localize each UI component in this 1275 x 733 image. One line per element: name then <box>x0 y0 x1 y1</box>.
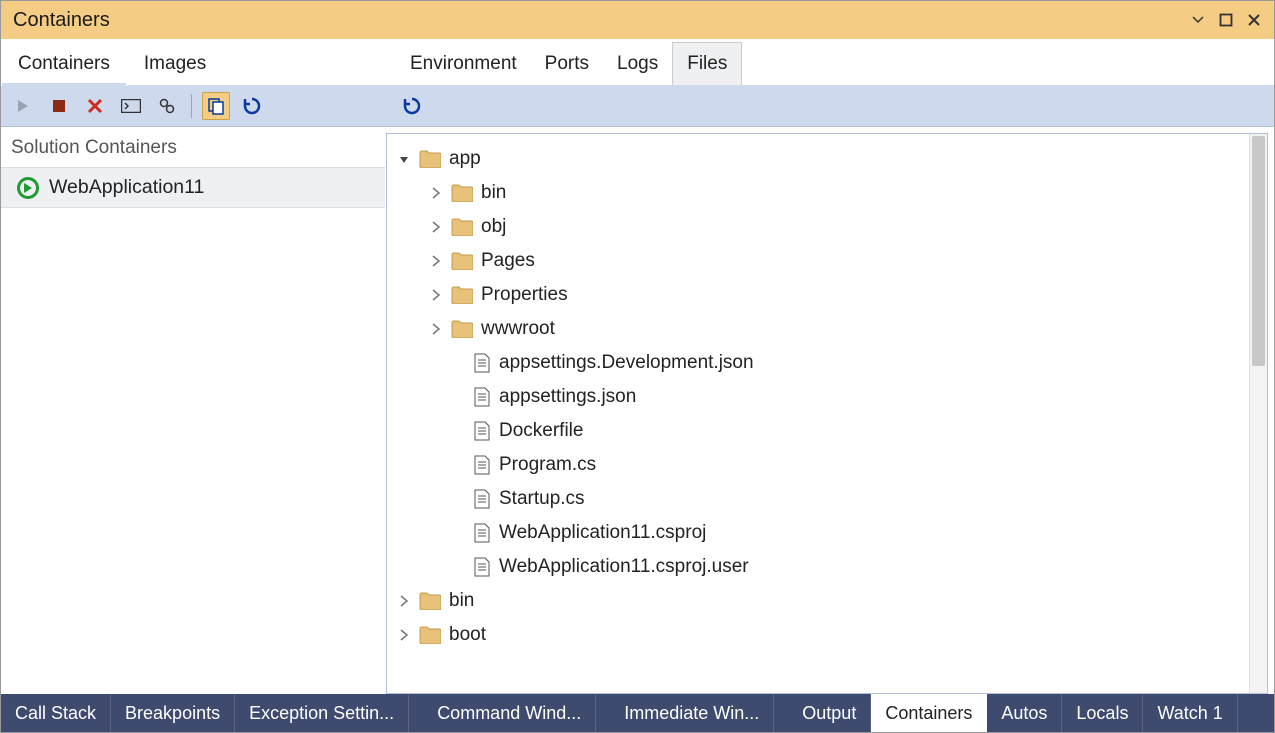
folder-icon <box>419 150 441 168</box>
window-menu-dropdown-icon[interactable] <box>1190 12 1206 28</box>
tree-file[interactable]: • Startup.cs <box>391 482 1267 516</box>
tree-label: Startup.cs <box>499 488 585 510</box>
toolbar-separator <box>191 94 192 118</box>
chevron-down-icon[interactable] <box>397 153 411 165</box>
tree-label: app <box>449 148 481 170</box>
btab-locals[interactable]: Locals <box>1062 694 1143 732</box>
tree-folder[interactable]: Properties <box>391 278 1267 312</box>
tree-label: Pages <box>481 250 535 272</box>
btab-autos[interactable]: Autos <box>987 694 1062 732</box>
tree-folder[interactable]: bin <box>391 584 1267 618</box>
tree-label: WebApplication11.csproj <box>499 522 706 544</box>
folder-icon <box>451 320 473 338</box>
btab-exception-settings[interactable]: Exception Settin... <box>235 694 409 732</box>
btab-output[interactable]: Output <box>788 694 871 732</box>
copy-button[interactable] <box>202 92 230 120</box>
window-title: Containers <box>13 9 1190 32</box>
tree-label: boot <box>449 624 486 646</box>
folder-icon <box>419 592 441 610</box>
tree-file[interactable]: • WebApplication11.csproj <box>391 516 1267 550</box>
btab-immediate-window[interactable]: Immediate Win... <box>610 694 774 732</box>
btab-watch-1[interactable]: Watch 1 <box>1143 694 1237 732</box>
file-icon <box>473 455 491 475</box>
tree-label: Dockerfile <box>499 420 583 442</box>
stop-button[interactable] <box>45 92 73 120</box>
folder-icon <box>451 184 473 202</box>
folder-icon <box>451 286 473 304</box>
files-refresh-button[interactable] <box>398 92 426 120</box>
title-bar: Containers <box>1 1 1274 39</box>
container-name: WebApplication11 <box>49 176 204 199</box>
delete-button[interactable] <box>81 92 109 120</box>
tree-label: Program.cs <box>499 454 596 476</box>
terminal-button[interactable] <box>117 92 145 120</box>
folder-icon <box>451 218 473 236</box>
file-icon <box>473 557 491 577</box>
bottom-tool-tabs: Call Stack Breakpoints Exception Settin.… <box>1 694 1274 732</box>
chevron-right-icon[interactable] <box>397 629 411 641</box>
tree-file[interactable]: • Dockerfile <box>391 414 1267 448</box>
vertical-scrollbar[interactable] <box>1249 134 1267 693</box>
containers-list-pane: Solution Containers WebApplication11 <box>1 127 386 694</box>
tree-file[interactable]: • Program.cs <box>391 448 1267 482</box>
tab-files[interactable]: Files <box>672 42 742 85</box>
right-panel-tabs: Environment Ports Logs Files <box>386 39 1274 85</box>
tree-label: Properties <box>481 284 568 306</box>
chevron-right-icon[interactable] <box>429 323 443 335</box>
chevron-right-icon[interactable] <box>429 221 443 233</box>
chevron-right-icon[interactable] <box>429 289 443 301</box>
left-toolbar <box>1 85 386 127</box>
tree-label: obj <box>481 216 506 238</box>
chevron-right-icon[interactable] <box>429 255 443 267</box>
tree-folder[interactable]: boot <box>391 618 1267 652</box>
tree-label: WebApplication11.csproj.user <box>499 556 749 578</box>
tree-folder[interactable]: Pages <box>391 244 1267 278</box>
file-icon <box>473 421 491 441</box>
tab-environment[interactable]: Environment <box>396 43 531 85</box>
chevron-right-icon[interactable] <box>397 595 411 607</box>
btab-containers[interactable]: Containers <box>871 694 987 732</box>
folder-icon <box>451 252 473 270</box>
tree-file[interactable]: • WebApplication11.csproj.user <box>391 550 1267 584</box>
left-panel-tabs: Containers Images <box>1 39 386 85</box>
tree-label: bin <box>449 590 474 612</box>
attach-debugger-button[interactable] <box>153 92 181 120</box>
tree-label: bin <box>481 182 506 204</box>
folder-icon <box>419 626 441 644</box>
file-icon <box>473 489 491 509</box>
tree-folder[interactable]: obj <box>391 210 1267 244</box>
refresh-button[interactable] <box>238 92 266 120</box>
solution-containers-heading: Solution Containers <box>1 127 385 167</box>
files-tree-pane: app bin obj Pages <box>386 133 1268 694</box>
tab-logs[interactable]: Logs <box>603 43 672 85</box>
tree-label: wwwroot <box>481 318 555 340</box>
tree-folder[interactable]: bin <box>391 176 1267 210</box>
file-icon <box>473 523 491 543</box>
file-icon <box>473 387 491 407</box>
tab-ports[interactable]: Ports <box>531 43 603 85</box>
right-toolbar <box>386 85 1274 127</box>
btab-command-window[interactable]: Command Wind... <box>423 694 596 732</box>
tree-label: appsettings.json <box>499 386 636 408</box>
tab-images[interactable]: Images <box>127 42 223 86</box>
tree-file[interactable]: • appsettings.json <box>391 380 1267 414</box>
tree-folder[interactable]: wwwroot <box>391 312 1267 346</box>
btab-breakpoints[interactable]: Breakpoints <box>111 694 235 732</box>
tree-file[interactable]: • appsettings.Development.json <box>391 346 1267 380</box>
btab-call-stack[interactable]: Call Stack <box>1 694 111 732</box>
scrollbar-thumb[interactable] <box>1252 136 1265 366</box>
files-tree[interactable]: app bin obj Pages <box>387 134 1267 660</box>
start-button[interactable] <box>9 92 37 120</box>
file-icon <box>473 353 491 373</box>
close-icon[interactable] <box>1246 12 1262 28</box>
tab-containers[interactable]: Containers <box>1 40 127 86</box>
tree-label: appsettings.Development.json <box>499 352 754 374</box>
chevron-right-icon[interactable] <box>429 187 443 199</box>
tree-folder-app[interactable]: app <box>391 142 1267 176</box>
maximize-icon[interactable] <box>1218 12 1234 28</box>
running-icon <box>17 177 39 199</box>
container-item[interactable]: WebApplication11 <box>1 167 385 208</box>
